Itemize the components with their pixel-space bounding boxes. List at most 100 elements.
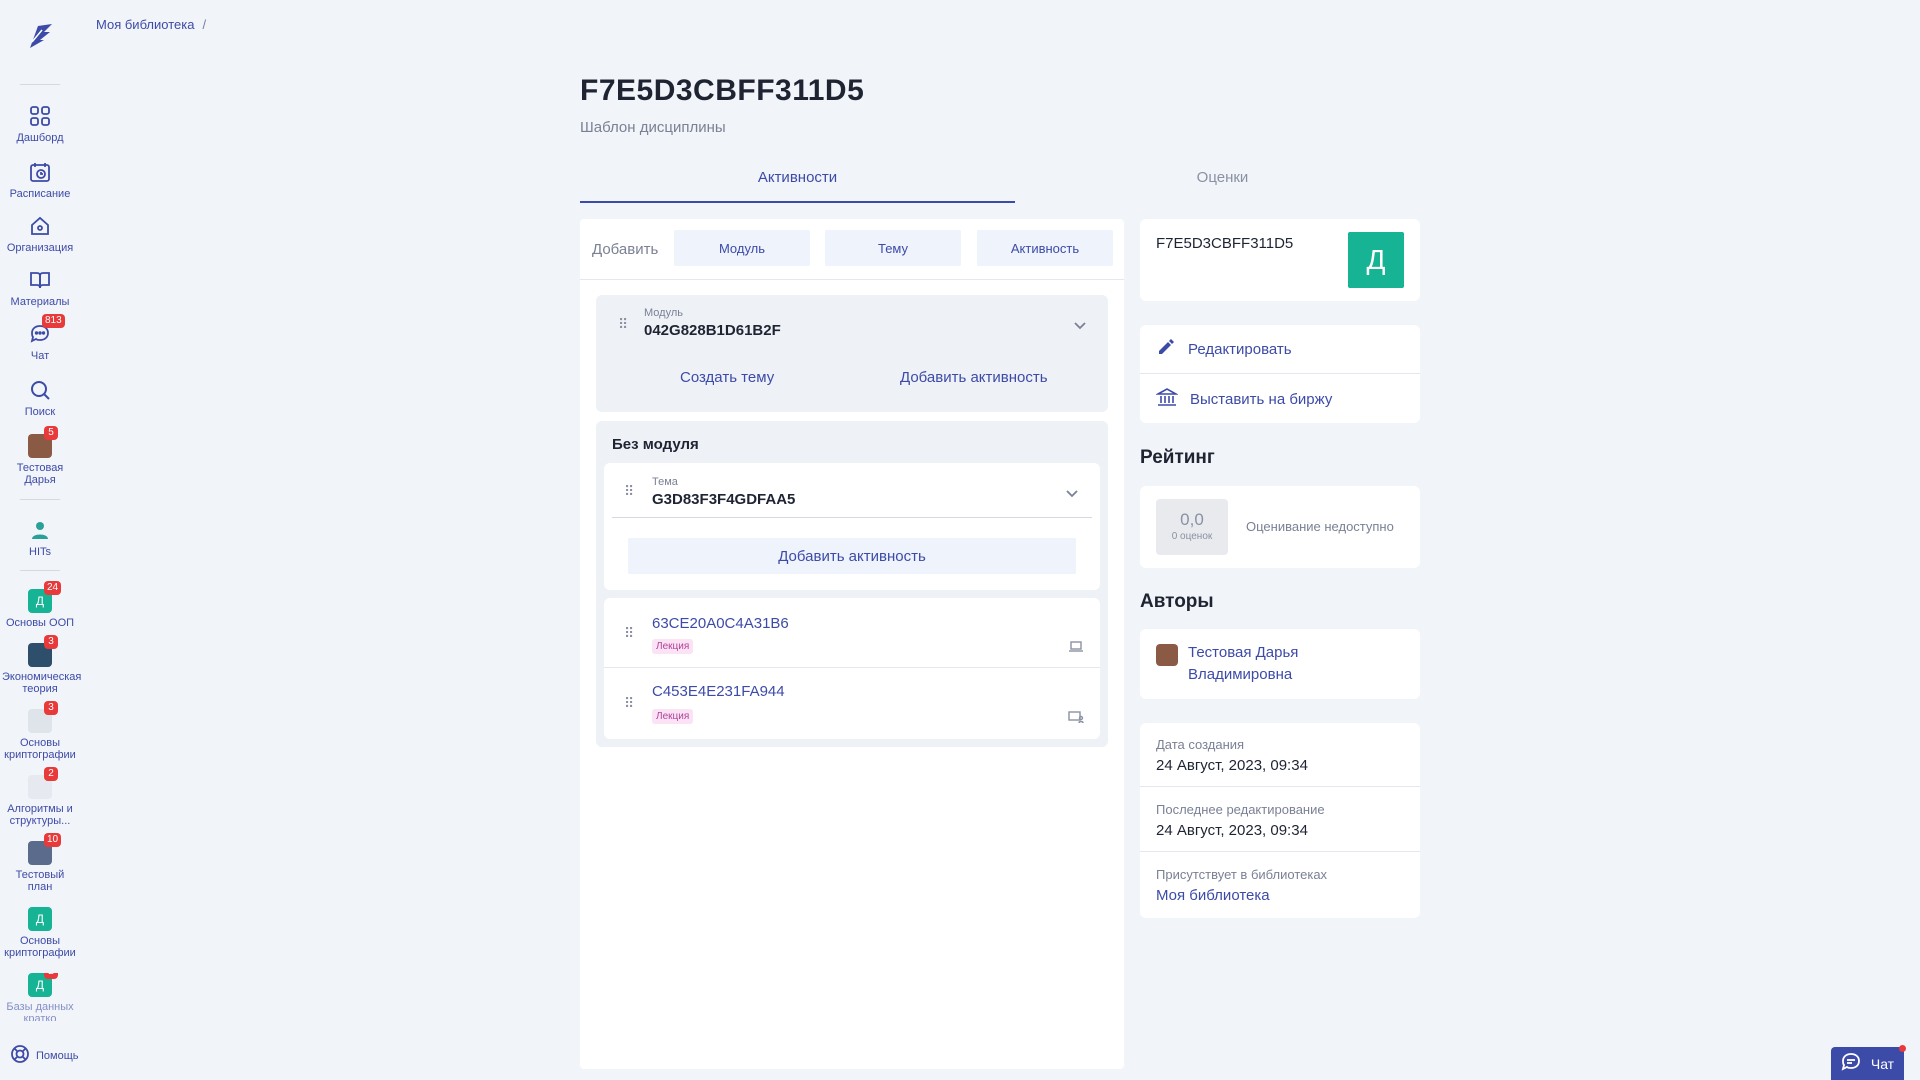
module-add-activity-button[interactable]: Добавить активность xyxy=(900,369,1048,386)
sidebar-item-label: Поиск xyxy=(24,406,56,418)
activity-name[interactable]: 63CE20A0C4A31B6 xyxy=(652,615,789,632)
activity-name[interactable]: C453E4E231FA944 xyxy=(652,683,785,700)
sidebar-item-hits[interactable]: HITs xyxy=(0,518,80,558)
monitor-person-icon xyxy=(1068,710,1084,729)
sidebar-item-organization[interactable]: Организация xyxy=(0,214,80,254)
grid-icon xyxy=(28,104,52,128)
topic-label: Тема xyxy=(652,476,678,488)
add-topic-button[interactable]: Тему xyxy=(825,230,961,266)
chevron-down-icon[interactable] xyxy=(1072,317,1088,338)
sidebar-course-databases[interactable]: Д 2 Базы данных кратко xyxy=(0,973,80,1021)
help-label: Помощь xyxy=(36,1049,79,1062)
help-button[interactable]: Помощь xyxy=(10,1044,79,1067)
rating-title: Рейтинг xyxy=(1140,447,1215,468)
library-link[interactable]: Моя библиотека xyxy=(1156,887,1327,904)
sidebar-item-label: HITs xyxy=(29,546,51,558)
avatar xyxy=(1156,644,1178,666)
rating-value: 0,0 xyxy=(1180,510,1204,529)
book-icon xyxy=(28,268,52,292)
logo-icon[interactable] xyxy=(22,18,58,54)
meta-divider xyxy=(1140,786,1420,787)
sidebar-course-crypto[interactable]: 3 Основы криптографии xyxy=(0,701,80,761)
drag-handle-icon[interactable]: ⠿ xyxy=(624,626,634,640)
author-name[interactable]: Тестовая Дарья Владимировна xyxy=(1188,642,1388,686)
add-activity-button[interactable]: Активность xyxy=(977,230,1113,266)
edit-label: Редактировать xyxy=(1188,341,1292,358)
activities-list: ⠿ 63CE20A0C4A31B6 Лекция ⠿ C453E4E231FA9… xyxy=(604,598,1100,739)
course-badge: 2 xyxy=(44,973,58,979)
sidebar-divider xyxy=(20,570,60,571)
sidebar-course-oop[interactable]: Д 24 Основы ООП xyxy=(0,581,80,629)
meta-card: Дата создания 24 Август, 2023, 09:34 Пос… xyxy=(1140,723,1420,918)
sidebar-item-label: Организация xyxy=(6,242,74,254)
edited-value: 24 Август, 2023, 09:34 xyxy=(1156,822,1308,839)
breadcrumb: Моя библиотека / xyxy=(96,17,206,32)
sidebar-course-test-plan[interactable]: 10 Тестовый план xyxy=(0,833,80,893)
chat-bubble-icon xyxy=(1841,1052,1861,1075)
activity-type-tag: Лекция xyxy=(652,709,694,724)
module-card: ⠿ Модуль 042G828B1D61B2F Создать тему До… xyxy=(596,295,1108,412)
sidebar-item-label: Алгоритмы и структуры... xyxy=(7,803,73,827)
edit-button[interactable]: Редактировать xyxy=(1140,326,1420,374)
publish-to-exchange-button[interactable]: Выставить на биржу xyxy=(1140,375,1420,423)
sidebar-course-economics[interactable]: 3 Экономическая теория xyxy=(0,635,82,695)
chat-widget-button[interactable]: Чат xyxy=(1831,1045,1906,1080)
module-label: Модуль xyxy=(644,307,683,319)
course-avatar: Д xyxy=(28,907,52,931)
sidebar-item-label: Экономическая теория xyxy=(2,671,82,695)
sidebar-item-label: Тестовая Дарья xyxy=(16,462,64,486)
drag-handle-icon[interactable]: ⠿ xyxy=(618,317,628,331)
module-caption: Модуль xyxy=(644,307,683,319)
list-item[interactable]: ⠿ C453E4E231FA944 Лекция xyxy=(604,668,1100,738)
sidebar-item-profile[interactable]: 5 Тестовая Дарья xyxy=(0,426,80,486)
chat-icon: 813 xyxy=(28,314,65,346)
course-badge: 3 xyxy=(44,635,58,649)
publish-label: Выставить на биржу xyxy=(1190,390,1333,408)
activities-panel: Добавить Модуль Тему Активность ⠿ Модуль… xyxy=(580,219,1124,1069)
discipline-avatar: Д xyxy=(1348,232,1404,288)
rating-count: 0 оценок xyxy=(1171,531,1213,542)
sidebar-item-dashboard[interactable]: Дашборд xyxy=(0,104,80,144)
authors-title: Авторы xyxy=(1140,591,1214,612)
sidebar-item-materials[interactable]: Материалы xyxy=(0,268,80,308)
created-value: 24 Август, 2023, 09:34 xyxy=(1156,757,1308,774)
breadcrumb-link[interactable]: Моя библиотека xyxy=(96,17,194,32)
create-topic-button[interactable]: Создать тему xyxy=(680,369,774,386)
add-label: Добавить xyxy=(592,241,659,258)
search-icon xyxy=(28,378,52,402)
edited-block: Последнее редактирование 24 Август, 2023… xyxy=(1156,802,1325,839)
created-label: Дата создания xyxy=(1156,737,1245,752)
sidebar-course-crypto-2[interactable]: Д Основы криптографии xyxy=(0,907,80,959)
calendar-clock-icon xyxy=(28,160,52,184)
sidebar-item-label: Тестовый план xyxy=(15,869,65,893)
tab-activities[interactable]: Активности xyxy=(580,160,1015,203)
no-module-section: Без модуля ⠿ Тема G3D83F3F4GDFAA5 Добави… xyxy=(596,421,1108,747)
sidebar-item-label: Основы ООП xyxy=(5,617,75,629)
sidebar-item-search[interactable]: Поиск xyxy=(0,378,80,418)
drag-handle-icon[interactable]: ⠿ xyxy=(624,696,634,710)
list-item[interactable]: ⠿ 63CE20A0C4A31B6 Лекция xyxy=(604,598,1100,668)
user-avatar: 5 xyxy=(28,426,58,458)
activity-type-tag: Лекция xyxy=(652,639,694,654)
add-module-button[interactable]: Модуль xyxy=(674,230,810,266)
sidebar-item-label: Чат xyxy=(30,350,50,362)
hits-avatar xyxy=(28,518,52,542)
meta-divider xyxy=(1140,851,1420,852)
add-toolbar: Добавить Модуль Тему Активность xyxy=(580,219,1124,280)
discipline-code: F7E5D3CBFF311D5 xyxy=(1156,235,1294,252)
page-title: F7E5D3CBFF311D5 xyxy=(580,74,865,107)
sidebar-course-algorithms[interactable]: 2 Алгоритмы и структуры... xyxy=(0,767,80,827)
course-badge: 2 xyxy=(44,767,58,781)
sidebar-divider xyxy=(20,499,60,500)
chevron-down-icon[interactable] xyxy=(1064,485,1080,506)
pencil-icon xyxy=(1156,337,1176,362)
drag-handle-icon[interactable]: ⠿ xyxy=(624,484,634,498)
topic-add-activity-button[interactable]: Добавить активность xyxy=(628,538,1076,574)
course-badge: 3 xyxy=(44,701,58,715)
laptop-icon xyxy=(1068,640,1084,659)
tab-grades[interactable]: Оценки xyxy=(1015,160,1430,203)
created-block: Дата создания 24 Август, 2023, 09:34 xyxy=(1156,737,1308,774)
topic-code: G3D83F3F4GDFAA5 xyxy=(652,491,796,508)
sidebar-item-chat[interactable]: 813 Чат xyxy=(0,314,80,362)
sidebar-item-schedule[interactable]: Расписание xyxy=(0,160,80,200)
